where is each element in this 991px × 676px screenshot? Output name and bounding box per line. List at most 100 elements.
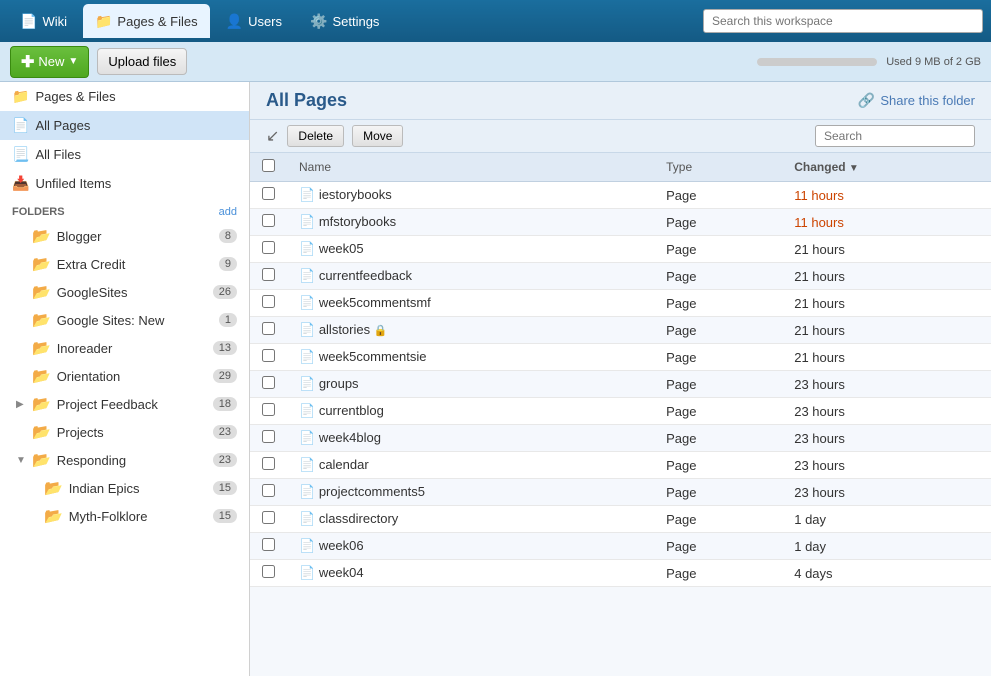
page-icon: 📄 <box>299 349 315 364</box>
folder-myth-folklore[interactable]: 📂 Myth-Folklore 15 <box>0 502 249 530</box>
sidebar-all-files-label: All Files <box>35 147 81 162</box>
row-name-cell[interactable]: 📄 iestorybooks <box>287 182 654 209</box>
col-changed[interactable]: Changed ▼ <box>782 153 991 182</box>
row-name-cell[interactable]: 📄 projectcomments5 <box>287 479 654 506</box>
folder-googlesites[interactable]: 📂 GoogleSites 26 <box>0 278 249 306</box>
page-icon: 📄 <box>299 268 315 283</box>
file-name: week06 <box>319 538 364 553</box>
storage-text: Used 9 MB of 2 GB <box>886 56 981 68</box>
row-name-cell[interactable]: 📄 mfstorybooks <box>287 209 654 236</box>
folder-responding[interactable]: ▼ 📂 Responding 23 <box>0 446 249 474</box>
folder-orientation-count: 29 <box>213 369 237 383</box>
row-name-cell[interactable]: 📄 groups <box>287 371 654 398</box>
move-button[interactable]: Move <box>352 125 403 147</box>
folder-mf-count: 15 <box>213 509 237 523</box>
row-checkbox[interactable] <box>262 376 275 389</box>
page-icon: 📄 <box>299 538 315 553</box>
row-name-cell[interactable]: 📄 week5commentsmf <box>287 290 654 317</box>
sidebar-item-pages-files[interactable]: 📁 Pages & Files <box>0 82 249 111</box>
folder-pf-count: 18 <box>213 397 237 411</box>
all-pages-icon: 📄 <box>12 117 29 134</box>
tab-wiki-label: Wiki <box>42 14 67 29</box>
row-name-cell[interactable]: 📄 currentblog <box>287 398 654 425</box>
folder-extra-credit[interactable]: 📂 Extra Credit 9 <box>0 250 249 278</box>
row-checkbox-cell <box>250 371 287 398</box>
folder-project-feedback[interactable]: ▶ 📂 Project Feedback 18 <box>0 390 249 418</box>
col-type[interactable]: Type <box>654 153 782 182</box>
folder-inoreader-label: Inoreader <box>57 341 113 356</box>
row-checkbox[interactable] <box>262 511 275 524</box>
new-button-label: New <box>38 54 64 69</box>
row-checkbox[interactable] <box>262 241 275 254</box>
delete-button[interactable]: Delete <box>287 125 344 147</box>
folder-google-sites-new[interactable]: 📂 Google Sites: New 1 <box>0 306 249 334</box>
row-checkbox[interactable] <box>262 268 275 281</box>
files-table: Name Type Changed ▼ 📄 iestorybooks Page <box>250 153 991 587</box>
row-type-cell: Page <box>654 182 782 209</box>
row-changed-cell: 23 hours <box>782 371 991 398</box>
file-name: week5commentsmf <box>319 295 431 310</box>
row-name-cell[interactable]: 📄 week4blog <box>287 425 654 452</box>
table-row: 📄 groups Page 23 hours <box>250 371 991 398</box>
row-name-cell[interactable]: 📄 week05 <box>287 236 654 263</box>
row-type-cell: Page <box>654 290 782 317</box>
tab-settings-label: Settings <box>332 14 379 29</box>
workspace-search-input[interactable] <box>703 9 983 33</box>
sidebar-item-all-pages[interactable]: 📄 All Pages <box>0 111 249 140</box>
row-name-cell[interactable]: 📄 allstories 🔒 <box>287 317 654 344</box>
folder-responding-label: Responding <box>57 453 126 468</box>
tab-users[interactable]: 👤 Users <box>214 4 294 38</box>
row-checkbox[interactable] <box>262 214 275 227</box>
row-checkbox[interactable] <box>262 187 275 200</box>
row-checkbox[interactable] <box>262 403 275 416</box>
upload-files-button[interactable]: Upload files <box>97 48 187 75</box>
back-button[interactable]: ↙ <box>266 126 279 146</box>
new-button[interactable]: ✚ New ▼ <box>10 46 89 78</box>
storage-bar-wrap <box>757 58 877 66</box>
row-name-cell[interactable]: 📄 classdirectory <box>287 506 654 533</box>
row-checkbox[interactable] <box>262 295 275 308</box>
row-type-cell: Page <box>654 263 782 290</box>
table-row: 📄 currentblog Page 23 hours <box>250 398 991 425</box>
col-name[interactable]: Name <box>287 153 654 182</box>
row-name-cell[interactable]: 📄 week5commentsie <box>287 344 654 371</box>
folder-orientation[interactable]: 📂 Orientation 29 <box>0 362 249 390</box>
row-checkbox[interactable] <box>262 349 275 362</box>
add-folder-link[interactable]: add <box>219 206 237 218</box>
file-search-input[interactable] <box>815 125 975 147</box>
row-checkbox-cell <box>250 182 287 209</box>
sidebar-item-all-files[interactable]: 📃 All Files <box>0 140 249 169</box>
page-icon: 📄 <box>299 430 315 445</box>
folder-responding-count: 23 <box>213 453 237 467</box>
tab-settings[interactable]: ⚙️ Settings <box>298 4 391 38</box>
row-name-cell[interactable]: 📄 week04 <box>287 560 654 587</box>
row-type-cell: Page <box>654 236 782 263</box>
row-checkbox[interactable] <box>262 457 275 470</box>
folder-projects[interactable]: 📂 Projects 23 <box>0 418 249 446</box>
table-row: 📄 week04 Page 4 days <box>250 560 991 587</box>
row-type-cell: Page <box>654 209 782 236</box>
content-area: All Pages 🔗 Share this folder ↙ Delete M… <box>250 82 991 676</box>
row-checkbox[interactable] <box>262 538 275 551</box>
row-changed-cell: 23 hours <box>782 452 991 479</box>
select-all-checkbox[interactable] <box>262 159 275 172</box>
folder-blogger-label: Blogger <box>57 229 102 244</box>
tab-pages-files[interactable]: 📁 Pages & Files <box>83 4 210 38</box>
row-checkbox[interactable] <box>262 565 275 578</box>
page-icon: 📄 <box>299 214 315 229</box>
folder-inoreader[interactable]: 📂 Inoreader 13 <box>0 334 249 362</box>
wiki-icon: 📄 <box>20 13 37 30</box>
tab-wiki[interactable]: 📄 Wiki <box>8 4 79 38</box>
folder-indian-epics[interactable]: 📂 Indian Epics 15 <box>0 474 249 502</box>
row-checkbox[interactable] <box>262 484 275 497</box>
folder-blogger[interactable]: 📂 Blogger 8 <box>0 222 249 250</box>
row-name-cell[interactable]: 📄 week06 <box>287 533 654 560</box>
sidebar-item-unfiled[interactable]: 📥 Unfiled Items <box>0 169 249 198</box>
row-name-cell[interactable]: 📄 currentfeedback <box>287 263 654 290</box>
share-folder-button[interactable]: 🔗 Share this folder <box>858 92 975 109</box>
row-name-cell[interactable]: 📄 calendar <box>287 452 654 479</box>
row-checkbox[interactable] <box>262 430 275 443</box>
sidebar-unfiled-label: Unfiled Items <box>35 176 111 191</box>
main-layout: 📁 Pages & Files 📄 All Pages 📃 All Files … <box>0 82 991 676</box>
row-checkbox[interactable] <box>262 322 275 335</box>
